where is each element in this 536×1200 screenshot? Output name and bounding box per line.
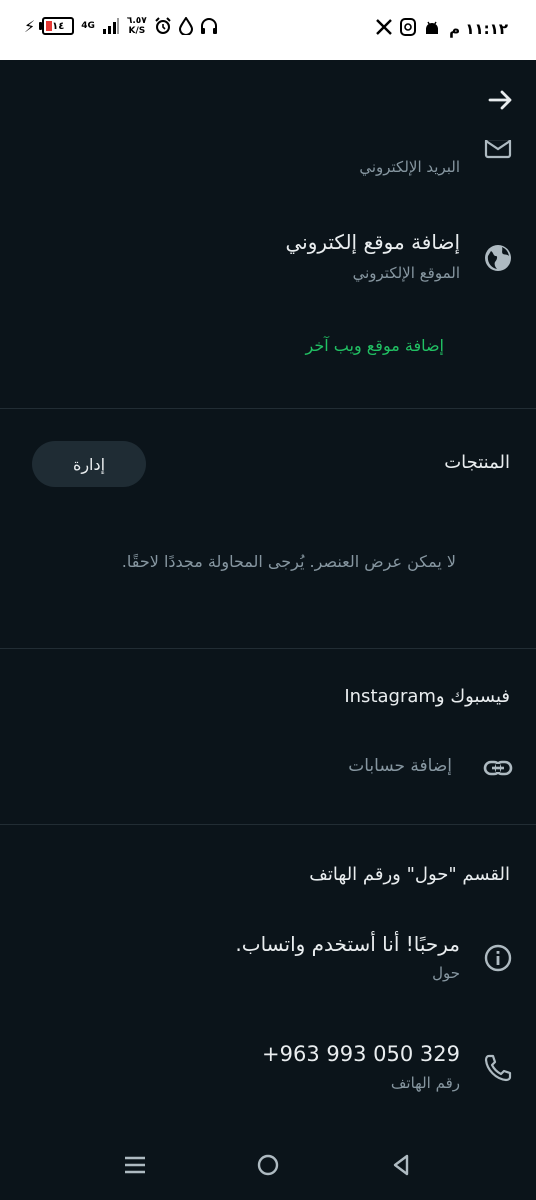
add-another-website-link[interactable]: إضافة موقع ويب آخر — [306, 336, 444, 355]
website-title: إضافة موقع إلكتروني — [285, 230, 460, 254]
website-subtitle: الموقع الإلكتروني — [352, 264, 460, 282]
status-time: ١١:١٢ م — [449, 20, 508, 38]
network-speed: ٦.٥٧ K/S — [126, 16, 147, 36]
about-row[interactable]: مرحبًا! أنا أستخدم واتساب. حول — [0, 924, 536, 994]
manage-products-button[interactable]: إدارة — [32, 441, 146, 487]
globe-icon — [485, 245, 511, 271]
phone-value: +963 993 050 329 — [262, 1042, 460, 1066]
drop-icon — [178, 17, 193, 35]
recents-icon[interactable] — [120, 1150, 150, 1180]
products-title: المنتجات — [444, 452, 510, 473]
phone-icon — [484, 1054, 512, 1082]
system-nav-bar — [0, 1128, 536, 1200]
about-label: حول — [432, 964, 460, 982]
status-left-group: ⚡ ١٤ 4G ٦.٥٧ K/S — [24, 16, 218, 36]
about-phone-section-title: القسم "حول" ورقم الهاتف — [309, 864, 510, 885]
phone-row[interactable]: +963 993 050 329 رقم الهاتف — [0, 1036, 536, 1106]
profile-edit-content: البريد الإلكتروني إضافة موقع إلكتروني ال… — [0, 140, 536, 1128]
data-saver-icon: ⚡ — [24, 16, 36, 36]
status-app-icons — [376, 18, 440, 36]
x-icon — [376, 19, 392, 35]
add-accounts-label: إضافة حسابات — [348, 756, 452, 776]
add-accounts-row[interactable]: إضافة حسابات — [0, 740, 536, 796]
back-nav-icon[interactable] — [386, 1150, 416, 1180]
email-subtitle: البريد الإلكتروني — [359, 158, 460, 176]
home-icon[interactable] — [253, 1150, 283, 1180]
products-error-text: لا يمكن عرض العنصر. يُرجى المحاولة مجددً… — [121, 552, 456, 571]
info-icon — [484, 944, 512, 972]
network-type: 4G — [81, 21, 95, 31]
divider — [0, 408, 536, 409]
phone-label: رقم الهاتف — [390, 1074, 460, 1092]
mail-icon — [484, 140, 512, 159]
social-section-title: فيسبوك وInstagram — [344, 686, 510, 707]
battery-indicator: ١٤ — [39, 17, 75, 35]
headphones-icon — [200, 18, 217, 34]
divider — [0, 648, 536, 649]
website-row[interactable]: إضافة موقع إلكتروني الموقع الإلكتروني — [0, 224, 536, 294]
back-arrow-icon[interactable] — [484, 84, 516, 116]
about-value: مرحبًا! أنا أستخدم واتساب. — [235, 932, 460, 956]
app-bar — [0, 60, 536, 140]
divider — [0, 824, 536, 825]
email-row[interactable]: البريد الإلكتروني — [0, 140, 536, 190]
link-icon — [483, 760, 513, 776]
battery-level: ١٤ — [52, 20, 65, 32]
android-icon — [426, 21, 438, 34]
threads-icon — [400, 18, 416, 36]
status-bar: ⚡ ١٤ 4G ٦.٥٧ K/S ١١:١٢ م — [0, 0, 536, 60]
signal-icon — [102, 18, 119, 34]
alarm-icon — [155, 17, 171, 34]
